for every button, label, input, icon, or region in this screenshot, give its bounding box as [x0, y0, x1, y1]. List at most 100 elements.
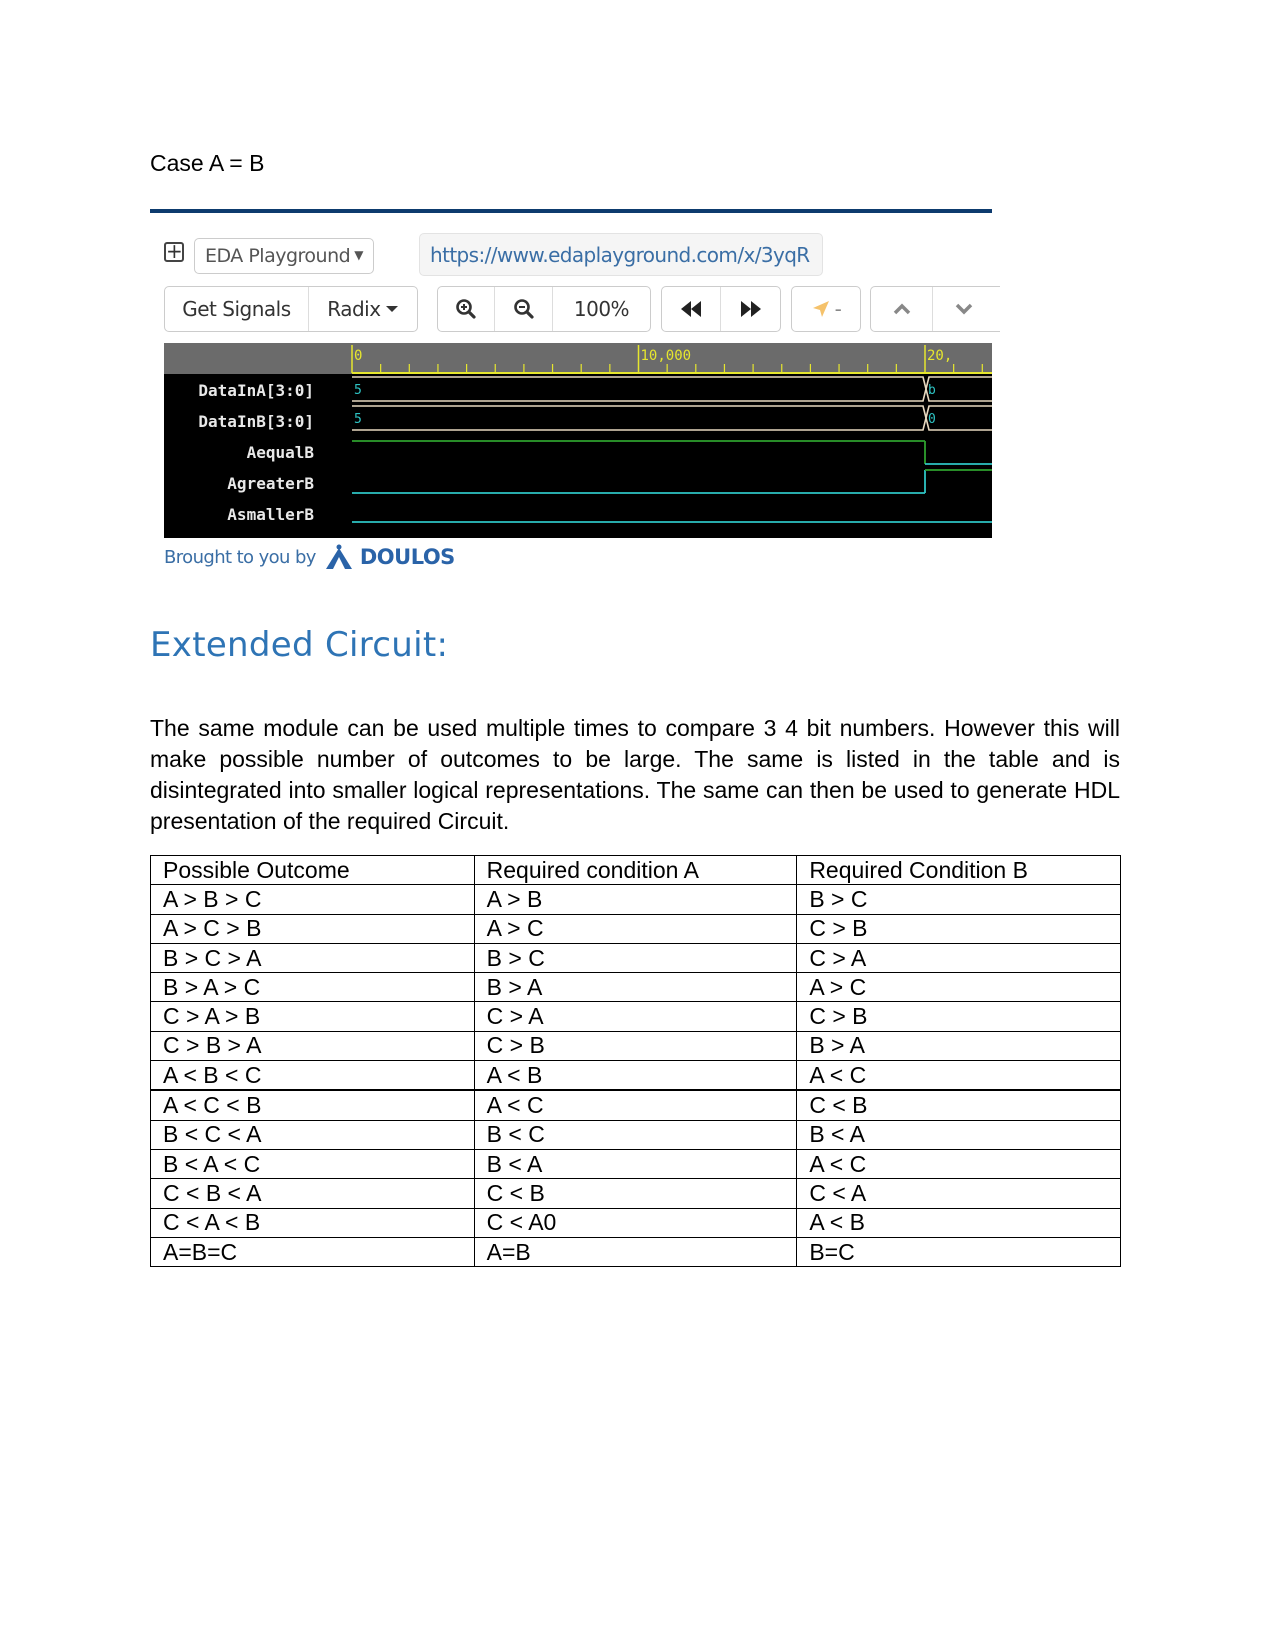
table-cell: A < B < C [150, 1060, 475, 1091]
table-cell: A > C [796, 972, 1121, 1003]
table-cell: C < B [473, 1178, 798, 1209]
case-title: Case A = B [150, 150, 265, 176]
table-cell: C > A [796, 942, 1121, 974]
bus-value: b [928, 383, 936, 398]
next-edge-button[interactable] [933, 287, 995, 331]
radix-button[interactable]: Radix [309, 287, 417, 331]
table-row: A=B=C A=B B=C [150, 1236, 1121, 1268]
table-cell: B > C [473, 942, 798, 974]
table-row: C < B < AC < BC < A [150, 1178, 1121, 1209]
table-cell: C > B [796, 1001, 1121, 1032]
zoom-out-icon [513, 299, 534, 319]
fast-forward-icon [740, 301, 761, 317]
fast-forward-button[interactable] [721, 287, 780, 331]
table-cell: A < C [796, 1060, 1121, 1091]
table-cell: C > B [796, 913, 1121, 944]
chevron-down-icon [955, 303, 973, 315]
header-bar [150, 209, 992, 213]
table-cell: B > A > C [150, 972, 475, 1003]
body-paragraph: The same module can be used multiple tim… [150, 715, 1120, 834]
table-header-cell: Required condition A [473, 854, 798, 886]
table-cell: A > C > B [150, 913, 475, 944]
table-cell: C > A > B [150, 1001, 475, 1032]
table-cell: B > C > A [150, 942, 475, 974]
table-header-row: Possible Outcome Required condition A Requ… [150, 854, 1121, 886]
table-header-cell: Required Condition B [796, 854, 1121, 886]
site-select[interactable]: EDA Playground ▼ [194, 238, 374, 274]
table-row: A > B > CA > BB > C [150, 884, 1121, 915]
table-cell: C < A [796, 1178, 1121, 1209]
table-cell: B=C [796, 1236, 1121, 1268]
table-cell: B < A [473, 1148, 798, 1180]
rewind-icon [681, 301, 701, 317]
table-cell: A=B=C [150, 1236, 475, 1268]
table-cell: B < C < A [150, 1119, 475, 1150]
caret-down-icon: ▼ [354, 248, 363, 262]
zoom-in-icon [456, 299, 476, 319]
table-row: A > C > BA > CC > B [150, 913, 1121, 944]
table-cell: A > B [473, 884, 798, 915]
ruler-tick-label: 20, [927, 348, 952, 364]
edge-button-group [870, 286, 1000, 332]
table-cell: C < B < A [150, 1178, 475, 1209]
table-row: C > A > BC > AC > B [150, 1001, 1121, 1032]
table-cell: C > B > A [150, 1030, 475, 1062]
table-cell: C < B [796, 1089, 1121, 1121]
table-row: B > A > CB > AA > C [150, 972, 1121, 1003]
marker-button[interactable]: - [792, 287, 860, 331]
table-row: A < C < BA < CC < B [150, 1089, 1121, 1121]
table-cell: A < C [473, 1089, 798, 1121]
doulos-logo-icon [325, 544, 352, 569]
navigation-button-group [661, 286, 781, 332]
signals-button-group: Get Signals Radix [164, 286, 418, 332]
marker-button-group: - [791, 286, 861, 332]
table-row: C > B > AC > BB > A [150, 1030, 1121, 1062]
bus-segment [925, 376, 992, 402]
doulos-footer: Brought to you by DOULOS [164, 544, 455, 570]
bus-segment [352, 405, 927, 431]
zoom-in-button[interactable] [438, 287, 496, 331]
table-cell: C > B [473, 1030, 798, 1062]
outcomes-table: Possible Outcome Required condition A Requ… [150, 854, 1121, 1268]
bus-segment [352, 376, 927, 402]
ruler-tick-label: 10,000 [641, 348, 692, 364]
table-cell: B < C [473, 1119, 798, 1150]
bus-segment [925, 405, 992, 431]
share-url-field[interactable]: https://www.edaplayground.com/x/3yqR [419, 233, 823, 276]
bus-value: 5 [354, 412, 362, 427]
zoom-level[interactable]: 100% [553, 287, 650, 331]
bus-value: 0 [928, 412, 936, 427]
table-cell: A > B > C [150, 884, 475, 915]
waveform-viewer[interactable]: DataInA[3:0] DataInB[3:0] AequalB Agreat… [164, 343, 992, 538]
table-row: A < B < CA < BA < C [150, 1060, 1121, 1091]
expand-plus-icon[interactable]: + [164, 241, 184, 262]
waveform-traces: 0 10,000 20, 5 b 5 0 [351, 345, 992, 523]
table-row: B < A < CB < AA < C [150, 1148, 1121, 1180]
site-select-value: EDA Playground [205, 245, 351, 267]
table-cell: A < B [796, 1207, 1121, 1238]
location-arrow-icon [812, 301, 829, 317]
caret-down-icon [385, 306, 398, 312]
table-cell: A=B [473, 1236, 798, 1268]
section-heading: Extended Circuit: [150, 625, 449, 665]
marker-label: - [834, 297, 842, 321]
bus-value: 5 [354, 383, 362, 398]
table-cell: A < C [796, 1148, 1121, 1180]
table-cell: C < A0 [473, 1207, 798, 1238]
previous-edge-button[interactable] [871, 287, 933, 331]
zoom-out-button[interactable] [495, 287, 553, 331]
table-cell: A < C < B [150, 1089, 475, 1121]
table-cell: C < A < B [150, 1207, 475, 1238]
table-row: C < A < BC < A0 A < B [150, 1207, 1121, 1238]
table-row: B < C < AB < CB < A [150, 1119, 1121, 1150]
table-cell: A > C [473, 913, 798, 944]
get-signals-button[interactable]: Get Signals [165, 287, 309, 331]
ruler-tick-label: 0 [354, 348, 362, 364]
zoom-button-group: 100% [437, 286, 651, 332]
doulos-brand: DOULOS [359, 545, 455, 569]
rewind-button[interactable] [662, 287, 722, 331]
table-cell: B < A < C [150, 1148, 475, 1180]
table-cell: B > C [796, 884, 1121, 915]
table-row: B > C > AB > CC > A [150, 942, 1121, 974]
table-cell: B < A [796, 1119, 1121, 1150]
